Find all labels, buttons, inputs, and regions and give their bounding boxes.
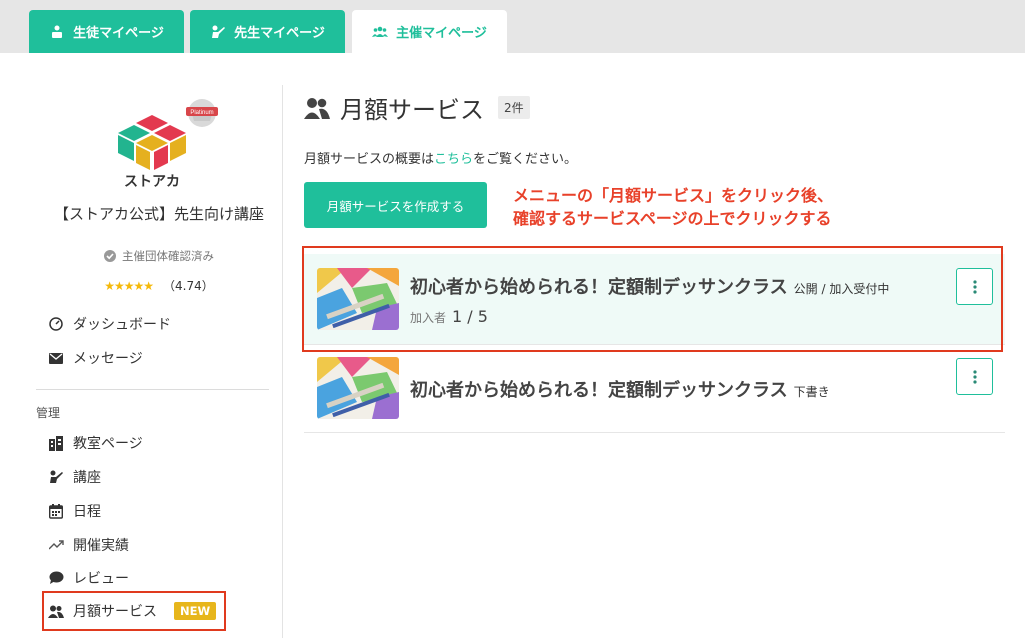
tab-label: 主催マイページ — [396, 26, 487, 41]
sidebar-divider — [36, 389, 269, 390]
service-title[interactable]: 初心者から始められる！定額制デッサンクラス 下書き — [410, 376, 830, 402]
sidebar-item-reviews[interactable]: レビュー — [48, 565, 129, 591]
desc-prefix: 月額サービスの概要は — [304, 152, 435, 167]
sidebar-item-label: 講座 — [73, 470, 101, 486]
org-name: 【ストアカ公式】先生向け講座 — [53, 205, 264, 223]
rating-stars: ★★★★★ — [104, 278, 154, 293]
sidebar-item-classroom[interactable]: 教室ページ — [48, 430, 143, 456]
dashboard-icon — [48, 316, 64, 332]
tab-label: 生徒マイページ — [73, 26, 164, 41]
instruction-annotation: メニューの「月額サービス」をクリック後、 確認するサービスページの上でクリックす… — [513, 184, 833, 230]
overview-link[interactable]: こちら — [434, 152, 473, 167]
teacher-icon — [48, 469, 64, 485]
tab-student-mypage[interactable]: 生徒マイページ — [29, 10, 184, 53]
kebab-menu-icon — [972, 369, 977, 384]
desc-suffix: をご覧ください。 — [473, 152, 578, 167]
annotation-line-2: 確認するサービスページの上でクリックする — [513, 209, 832, 228]
logo-text: ストアカ — [124, 174, 180, 190]
group-icon — [372, 26, 389, 37]
service-thumbnail — [317, 357, 399, 419]
check-circle-icon — [104, 250, 116, 262]
sidebar-item-label: ダッシュボード — [73, 317, 171, 333]
sidebar-separator — [282, 85, 283, 638]
users-icon — [304, 97, 330, 119]
sidebar-item-label: 教室ページ — [73, 436, 143, 452]
sidebar-item-label: 開催実績 — [73, 538, 129, 554]
highlight-box-sidebar — [42, 591, 226, 631]
org-logo: Platinum ストアカ — [114, 95, 226, 190]
page-title: 月額サービス 2件 — [304, 90, 530, 125]
sidebar-item-dashboard[interactable]: ダッシュボード — [48, 311, 171, 337]
create-monthly-service-button[interactable]: 月額サービスを作成する — [304, 182, 487, 228]
building-icon — [48, 435, 64, 451]
verified-label: 主催団体確認済み — [122, 249, 214, 263]
description: 月額サービスの概要はこちらをご覧ください。 — [304, 148, 577, 167]
teacher-icon — [212, 25, 226, 38]
sidebar-item-results[interactable]: 開催実績 — [48, 532, 129, 558]
rating: ★★★★★ （4.74） — [36, 277, 282, 294]
service-status: 下書き — [793, 385, 830, 399]
mail-icon — [48, 350, 64, 366]
annotation-line-1: メニューの「月額サービス」をクリック後、 — [513, 186, 834, 205]
platinum-badge: Platinum — [190, 110, 213, 116]
service-row[interactable]: 初心者から始められる！定額制デッサンクラス 下書き — [304, 345, 1005, 433]
sidebar: Platinum ストアカ 【ストアカ公式】先生向け講座 主催団体確認済み ★★… — [36, 53, 282, 638]
trend-icon — [48, 537, 64, 553]
sidebar-item-courses[interactable]: 講座 — [48, 464, 101, 490]
page-title-text: 月額サービス — [340, 96, 484, 124]
rating-value: （4.74） — [163, 279, 214, 293]
sidebar-item-messages[interactable]: メッセージ — [48, 345, 143, 371]
top-tab-bar: 生徒マイページ 先生マイページ 主催マイページ — [0, 0, 1025, 53]
calendar-icon — [48, 503, 64, 519]
sidebar-item-schedule[interactable]: 日程 — [48, 498, 101, 524]
more-options-button[interactable] — [956, 358, 993, 395]
tab-teacher-mypage[interactable]: 先生マイページ — [190, 10, 345, 53]
section-label-manage: 管理 — [36, 406, 61, 420]
sidebar-item-label: 日程 — [73, 504, 101, 520]
service-title-text: 初心者から始められる！定額制デッサンクラス — [410, 380, 788, 401]
verified-status: 主催団体確認済み — [36, 248, 282, 264]
tab-organizer-mypage[interactable]: 主催マイページ — [352, 10, 507, 53]
tab-label: 先生マイページ — [234, 26, 325, 41]
sidebar-item-label: レビュー — [73, 571, 129, 587]
chat-icon — [48, 570, 64, 586]
count-badge: 2件 — [498, 96, 530, 119]
student-icon — [52, 25, 63, 38]
sidebar-item-label: メッセージ — [73, 351, 143, 367]
highlight-box-service — [302, 246, 1003, 352]
